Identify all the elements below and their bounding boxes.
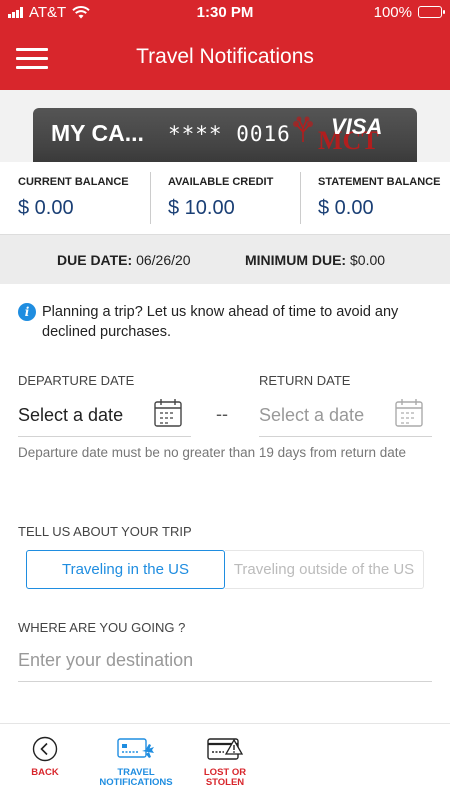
departure-date-field[interactable]: Select a date xyxy=(18,393,191,437)
status-right: 100% xyxy=(373,3,445,21)
info-text: Planning a trip? Let us know ahead of ti… xyxy=(42,304,399,340)
travel-notifications-tab[interactable]: TRAVEL NOTIFICATIONS xyxy=(90,736,182,788)
balance-value: $ 10.00 xyxy=(168,197,235,219)
minimum-due-label: MINIMUM DUE: xyxy=(245,252,347,268)
calendar-icon[interactable] xyxy=(153,398,183,428)
minimum-due: MINIMUM DUE: $0.00 xyxy=(245,252,385,268)
due-date-value: 06/26/20 xyxy=(136,252,191,268)
balance-label: STATEMENT BALANCE xyxy=(318,176,441,188)
current-balance: CURRENT BALANCE $ 0.00 xyxy=(0,162,150,234)
due-bar: DUE DATE: 06/26/20 MINIMUM DUE: $0.00 xyxy=(0,234,450,284)
card-number: **** 0016 xyxy=(168,122,291,146)
card-brand: VISA xyxy=(331,114,383,139)
travel-us-option[interactable]: Traveling in the US xyxy=(26,550,225,589)
return-date-label: RETURN DATE xyxy=(259,373,351,388)
date-separator: -- xyxy=(216,404,228,424)
card-area: MY CA... **** 0016 MCT VISA xyxy=(0,90,450,162)
app-header: Travel Notifications xyxy=(0,24,450,90)
destination-label: WHERE ARE YOU GOING ? xyxy=(18,620,186,635)
bottom-nav: BACK TRAVEL NOTIFICATIONS LOST OR STOLEN xyxy=(0,723,450,800)
balance-value: $ 0.00 xyxy=(18,197,74,219)
calendar-icon[interactable] xyxy=(394,398,424,428)
destination-input[interactable] xyxy=(18,640,432,682)
credit-card[interactable]: MY CA... **** 0016 MCT VISA xyxy=(33,108,417,162)
travel-card-plane-icon xyxy=(117,738,154,758)
back-button[interactable]: BACK xyxy=(20,736,70,778)
back-arrow-icon xyxy=(32,736,58,762)
departure-date-label: DEPARTURE DATE xyxy=(18,373,135,388)
tree-logo-icon xyxy=(293,116,313,142)
lost-or-stolen-tab[interactable]: LOST OR STOLEN xyxy=(190,736,260,788)
available-credit: AVAILABLE CREDIT $ 10.00 xyxy=(150,162,300,234)
lost-or-stolen-label: LOST OR STOLEN xyxy=(203,767,247,788)
minimum-due-value: $0.00 xyxy=(350,252,386,268)
page-title: Travel Notifications xyxy=(136,45,314,68)
info-message: i Planning a trip? Let us know ahead of … xyxy=(18,302,428,342)
travel-outside-us-option[interactable]: Traveling outside of the US xyxy=(225,550,424,589)
battery-icon xyxy=(418,6,445,18)
due-date-label: DUE DATE: xyxy=(57,252,133,268)
balance-label: CURRENT BALANCE xyxy=(18,176,129,188)
due-date: DUE DATE: 06/26/20 xyxy=(57,252,191,268)
statement-balance: STATEMENT BALANCE $ 0.00 xyxy=(300,162,450,234)
balances-row: CURRENT BALANCE $ 0.00 AVAILABLE CREDIT … xyxy=(0,162,450,234)
status-bar: AT&T 1:30 PM 100% xyxy=(0,0,450,24)
travel-notifications-label: TRAVEL NOTIFICATIONS xyxy=(99,767,173,788)
return-date-field[interactable]: Select a date xyxy=(259,393,432,437)
card-name: MY CA... xyxy=(51,120,144,146)
balance-value: $ 0.00 xyxy=(318,197,374,219)
trip-label: TELL US ABOUT YOUR TRIP xyxy=(18,524,192,539)
battery-percent: 100% xyxy=(373,3,412,21)
date-hint: Departure date must be no greater than 1… xyxy=(18,445,406,460)
departure-date-value: Select a date xyxy=(18,405,124,425)
return-date-placeholder: Select a date xyxy=(259,405,365,425)
back-label: BACK xyxy=(31,767,59,778)
balance-label: AVAILABLE CREDIT xyxy=(168,176,274,188)
info-icon: i xyxy=(18,303,36,321)
card-warning-icon xyxy=(207,738,244,760)
